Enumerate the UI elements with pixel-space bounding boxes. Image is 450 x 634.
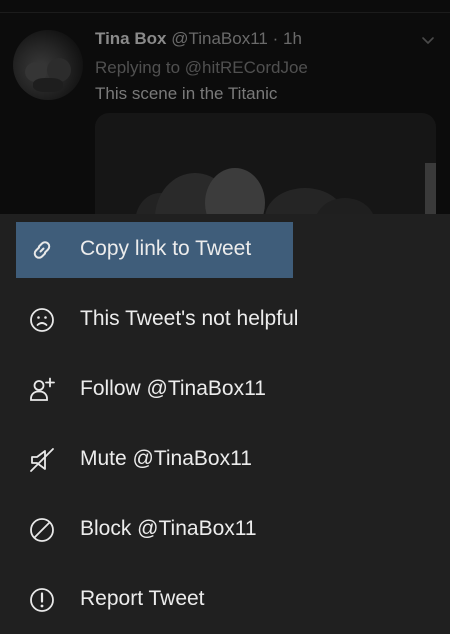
menu-item-copy-link[interactable]: Copy link to Tweet (16, 222, 293, 278)
report-icon (28, 586, 56, 614)
replying-to: Replying to @hitRECordJoe (95, 58, 308, 77)
link-icon (28, 236, 56, 264)
menu-item-report[interactable]: Report Tweet (16, 572, 293, 628)
menu-item-label: Block @TinaBox11 (80, 517, 257, 540)
separator: · (272, 29, 279, 48)
tweet-time: 1h (283, 29, 302, 48)
author-handle: @TinaBox11 (171, 29, 268, 48)
tweet-media[interactable] (95, 113, 436, 214)
menu-item-mute[interactable]: Mute @TinaBox11 (16, 432, 293, 488)
menu-item-label: Report Tweet (80, 587, 205, 610)
menu-item-follow[interactable]: Follow @TinaBox11 (16, 362, 293, 418)
sad-face-icon (28, 306, 56, 334)
tweet-header: Tina Box @TinaBox11 · 1h (95, 29, 302, 49)
mute-icon (28, 446, 56, 474)
divider (0, 12, 450, 13)
menu-item-label: Follow @TinaBox11 (80, 377, 266, 400)
avatar[interactable] (13, 30, 83, 100)
author-name[interactable]: Tina Box (95, 29, 166, 48)
block-icon (28, 516, 56, 544)
menu-item-not-helpful[interactable]: This Tweet's not helpful (16, 292, 298, 348)
tweet-options-sheet: Copy link to Tweet This Tweet's not help… (0, 214, 450, 634)
menu-item-label: This Tweet's not helpful (80, 307, 299, 330)
menu-item-label: Copy link to Tweet (80, 237, 252, 260)
chevron-down-icon[interactable] (420, 32, 436, 48)
menu-item-label: Mute @TinaBox11 (80, 447, 252, 470)
tweet-text: This scene in the Titanic (95, 84, 278, 103)
tweet-card: Tina Box @TinaBox11 · 1h Replying to @hi… (0, 0, 450, 214)
menu-item-block[interactable]: Block @TinaBox11 (16, 502, 293, 558)
follow-user-icon (28, 376, 56, 404)
